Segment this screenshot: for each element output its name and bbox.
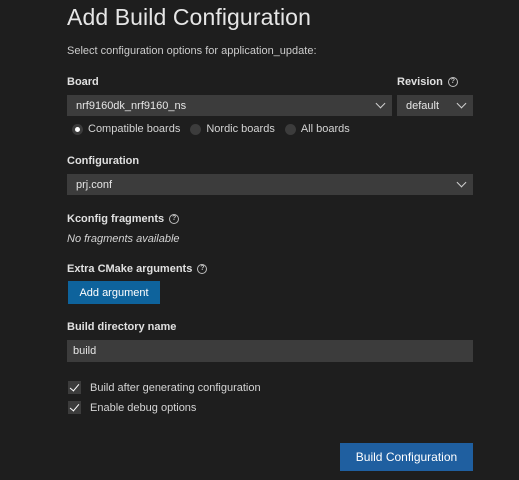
chevron-down-icon bbox=[456, 177, 467, 188]
cmake-args-label-text: Extra CMake arguments bbox=[67, 263, 193, 275]
build-directory-label-text: Build directory name bbox=[67, 321, 177, 333]
radio-label: All boards bbox=[300, 123, 350, 135]
revision-label-text: Revision bbox=[397, 76, 443, 88]
checkbox-label: Build after generating configuration bbox=[90, 381, 261, 394]
checkbox-checked-icon bbox=[68, 401, 81, 414]
page-subtitle: Select configuration options for applica… bbox=[67, 45, 317, 57]
radio-label: Nordic boards bbox=[206, 123, 275, 135]
enable-debug-options-checkbox[interactable]: Enable debug options bbox=[68, 401, 196, 414]
revision-label: Revision ? bbox=[397, 76, 458, 88]
configuration-select-value: prj.conf bbox=[76, 178, 113, 191]
board-select-value: nrf9160dk_nrf9160_ns bbox=[76, 99, 187, 112]
help-circle-icon[interactable]: ? bbox=[447, 77, 458, 87]
help-circle-icon[interactable]: ? bbox=[197, 264, 208, 274]
add-build-configuration-panel: Add Build Configuration Select configura… bbox=[0, 0, 519, 480]
chevron-down-icon bbox=[375, 98, 386, 109]
board-select[interactable]: nrf9160dk_nrf9160_ns bbox=[67, 95, 392, 116]
revision-select-value: default bbox=[406, 99, 440, 112]
cmake-args-label: Extra CMake arguments ? bbox=[67, 263, 208, 275]
checkbox-label: Enable debug options bbox=[90, 401, 197, 414]
board-filter-radios: Compatible boards Nordic boards All boar… bbox=[72, 123, 360, 135]
build-configuration-button[interactable]: Build Configuration bbox=[340, 443, 473, 471]
radio-unselected-icon bbox=[190, 123, 202, 135]
add-argument-button[interactable]: Add argument bbox=[68, 281, 160, 304]
radio-unselected-icon bbox=[284, 123, 296, 135]
radio-label: Compatible boards bbox=[88, 123, 181, 135]
build-directory-input[interactable]: build bbox=[67, 340, 473, 362]
configuration-select[interactable]: prj.conf bbox=[67, 174, 473, 195]
build-after-generating-checkbox[interactable]: Build after generating configuration bbox=[68, 381, 261, 394]
page-title: Add Build Configuration bbox=[67, 4, 311, 30]
radio-selected-icon bbox=[72, 123, 83, 135]
kconfig-label: Kconfig fragments ? bbox=[67, 213, 180, 225]
radio-compatible-boards[interactable]: Compatible boards bbox=[72, 123, 180, 135]
radio-nordic-boards[interactable]: Nordic boards bbox=[190, 123, 275, 135]
checkbox-checked-icon bbox=[68, 381, 81, 394]
build-directory-label: Build directory name bbox=[67, 321, 176, 333]
configuration-label-text: Configuration bbox=[67, 155, 140, 167]
help-circle-icon[interactable]: ? bbox=[169, 214, 180, 224]
chevron-down-icon bbox=[456, 98, 467, 109]
radio-all-boards[interactable]: All boards bbox=[284, 123, 350, 135]
revision-select[interactable]: default bbox=[397, 95, 473, 116]
board-label: Board bbox=[67, 76, 99, 88]
kconfig-empty-text: No fragments available bbox=[67, 233, 180, 245]
kconfig-label-text: Kconfig fragments bbox=[67, 213, 165, 225]
board-label-text: Board bbox=[67, 76, 99, 88]
configuration-label: Configuration bbox=[67, 155, 139, 167]
